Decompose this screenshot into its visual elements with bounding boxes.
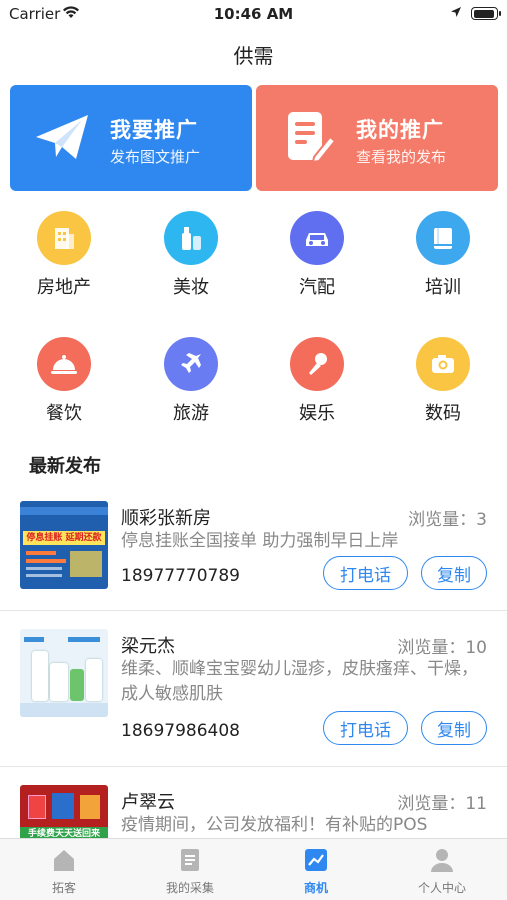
tab-tuoke[interactable]: 拓客 <box>1 847 127 896</box>
post-thumbnail <box>20 629 108 717</box>
list-item[interactable]: 停息挂账 延期还款 顺彩张新房 浏览量：3 停息挂账全国接单 助力强制早日上岸 … <box>0 485 507 611</box>
page-title: 供需 <box>233 44 274 68</box>
post-phone: 18977770789 <box>121 566 240 586</box>
my-promotion-banner-button[interactable]: 我的推广 查看我的发布 <box>256 85 498 191</box>
cosmetics-icon <box>164 211 218 265</box>
category-label: 餐饮 <box>46 403 82 424</box>
tab-label: 个人中心 <box>417 881 466 895</box>
category-label: 汽配 <box>299 277 335 298</box>
list-icon <box>181 849 199 871</box>
chart-icon <box>305 849 327 871</box>
tab-personal-center[interactable]: 个人中心 <box>379 847 505 896</box>
tab-label: 我的采集 <box>165 881 214 895</box>
post-view-count: 浏览量：3 <box>408 510 487 530</box>
battery-icon <box>471 7 501 20</box>
post-thumbnail: 停息挂账 延期还款 <box>20 501 108 589</box>
post-author: 梁元杰 <box>121 636 175 657</box>
document-edit-icon <box>288 112 337 164</box>
post-phone: 18697986408 <box>121 721 240 741</box>
category-label: 房地产 <box>37 277 91 298</box>
thumbnail-caption: 手续费天天送回来 <box>20 827 108 838</box>
paper-plane-icon <box>36 115 88 159</box>
banner-subtitle: 查看我的发布 <box>356 148 447 166</box>
category-entertainment[interactable]: 娱乐 <box>267 337 367 425</box>
copy-button[interactable]: 复制 <box>421 711 487 745</box>
post-description: 维柔、顺峰宝宝婴幼儿湿疹，皮肤瘙痒、干燥，成人敏感肌肤 <box>121 659 478 704</box>
post-author: 卢翠云 <box>121 792 175 813</box>
airplane-icon <box>164 337 218 391</box>
category-label: 旅游 <box>173 403 209 424</box>
post-view-count: 浏览量：10 <box>397 638 487 658</box>
post-thumbnail: 手续费天天送回来 <box>20 785 108 838</box>
category-label: 娱乐 <box>299 403 335 424</box>
section-title: 最新发布 <box>29 456 101 477</box>
category-label: 美妆 <box>173 277 209 298</box>
home-icon <box>54 850 74 871</box>
tab-bar: 拓客 我的采集 商机 个人中心 <box>0 838 507 900</box>
category-real-estate[interactable]: 房地产 <box>14 211 114 299</box>
location-arrow-icon <box>451 7 461 17</box>
category-label: 数码 <box>425 403 461 424</box>
category-catering[interactable]: 餐饮 <box>14 337 114 425</box>
tab-label: 拓客 <box>51 881 76 895</box>
status-time: 10:46 AM <box>213 5 294 23</box>
status-bar: Carrier 10:46 AM <box>0 0 507 28</box>
call-button[interactable]: 打电话 <box>323 711 408 745</box>
promote-banner-button[interactable]: 我要推广 发布图文推广 <box>10 85 252 191</box>
book-icon <box>416 211 470 265</box>
camera-icon <box>416 337 470 391</box>
category-digital[interactable]: 数码 <box>393 337 493 425</box>
category-travel[interactable]: 旅游 <box>141 337 241 425</box>
banner-subtitle: 发布图文推广 <box>110 148 201 166</box>
building-icon <box>37 211 91 265</box>
list-item[interactable]: 梁元杰 浏览量：10 维柔、顺峰宝宝婴幼儿湿疹，皮肤瘙痒、干燥，成人敏感肌肤 1… <box>0 611 507 767</box>
tab-my-collection[interactable]: 我的采集 <box>127 847 253 896</box>
category-cosmetics[interactable]: 美妆 <box>141 211 241 299</box>
list-item[interactable]: 手续费天天送回来 卢翠云 浏览量：11 疫情期间，公司发放福利！有补贴的POS <box>0 767 507 838</box>
category-auto-parts[interactable]: 汽配 <box>267 211 367 299</box>
car-icon <box>290 211 344 265</box>
post-description: 疫情期间，公司发放福利！有补贴的POS <box>121 815 428 835</box>
post-author: 顺彩张新房 <box>121 508 211 529</box>
microphone-icon <box>290 337 344 391</box>
banner-title: 我要推广 <box>110 118 198 142</box>
person-icon <box>431 849 453 872</box>
tab-label: 商机 <box>303 881 328 895</box>
post-view-count: 浏览量：11 <box>397 794 487 814</box>
copy-button[interactable]: 复制 <box>421 556 487 590</box>
call-button[interactable]: 打电话 <box>323 556 408 590</box>
banner-title: 我的推广 <box>356 118 444 142</box>
post-description: 停息挂账全国接单 助力强制早日上岸 <box>121 531 399 551</box>
thumbnail-caption: 停息挂账 延期还款 <box>23 531 105 545</box>
category-training[interactable]: 培训 <box>393 211 493 299</box>
food-cloche-icon <box>37 337 91 391</box>
category-label: 培训 <box>425 277 461 298</box>
tab-business-opportunity[interactable]: 商机 <box>253 847 379 896</box>
